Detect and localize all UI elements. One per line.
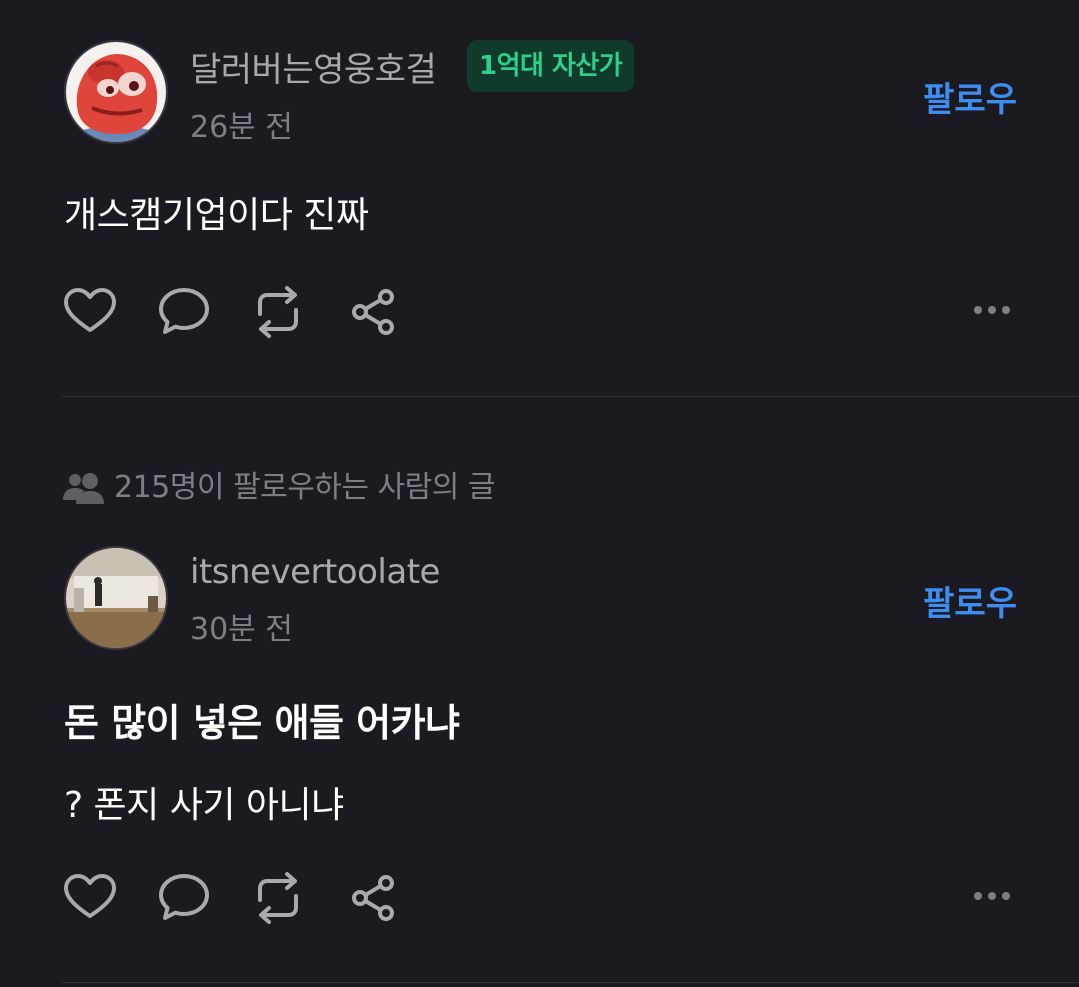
- comment-button[interactable]: [156, 284, 212, 340]
- post-text: ? 폰지 사기 아니냐: [64, 785, 344, 826]
- repost-button[interactable]: [250, 284, 306, 340]
- social-context-text: 215명이 팔로우하는 사람의 글: [114, 470, 495, 505]
- more-icon: [974, 892, 1010, 900]
- avatar-image: [66, 42, 166, 142]
- username[interactable]: itsnevertoolate: [190, 552, 440, 592]
- heart-icon: [64, 288, 116, 332]
- comment-button[interactable]: [156, 870, 212, 926]
- comment-icon: [159, 288, 209, 334]
- like-button[interactable]: [62, 870, 118, 926]
- post-divider: [62, 396, 1079, 397]
- more-icon: [974, 306, 1010, 314]
- people-icon: [63, 473, 104, 504]
- post-divider: [62, 982, 1079, 983]
- repost-icon: [258, 872, 298, 924]
- share-button[interactable]: [346, 284, 402, 340]
- post-time: 30분 전: [190, 612, 293, 647]
- user-badge: 1억대 자산가: [467, 40, 635, 92]
- avatar[interactable]: [64, 40, 168, 144]
- more-options-button[interactable]: [964, 282, 1020, 338]
- post-headline: 돈 많이 넣은 애들 어카냐: [64, 701, 460, 745]
- share-icon: [352, 289, 394, 335]
- avatar-image: [66, 548, 166, 648]
- comment-icon: [159, 874, 209, 920]
- repost-icon: [258, 286, 298, 338]
- share-icon: [352, 875, 394, 921]
- repost-button[interactable]: [250, 870, 306, 926]
- more-options-button[interactable]: [964, 868, 1020, 924]
- follow-button[interactable]: 팔로우: [923, 576, 1017, 625]
- post-time: 26분 전: [190, 110, 293, 145]
- post-text: 개스캠기업이다 진짜: [64, 195, 369, 236]
- share-button[interactable]: [346, 870, 402, 926]
- heart-icon: [64, 874, 116, 918]
- like-button[interactable]: [62, 284, 118, 340]
- username[interactable]: 달러버는영웅호걸: [190, 42, 437, 91]
- follow-button[interactable]: 팔로우: [923, 72, 1017, 121]
- avatar[interactable]: [64, 546, 168, 650]
